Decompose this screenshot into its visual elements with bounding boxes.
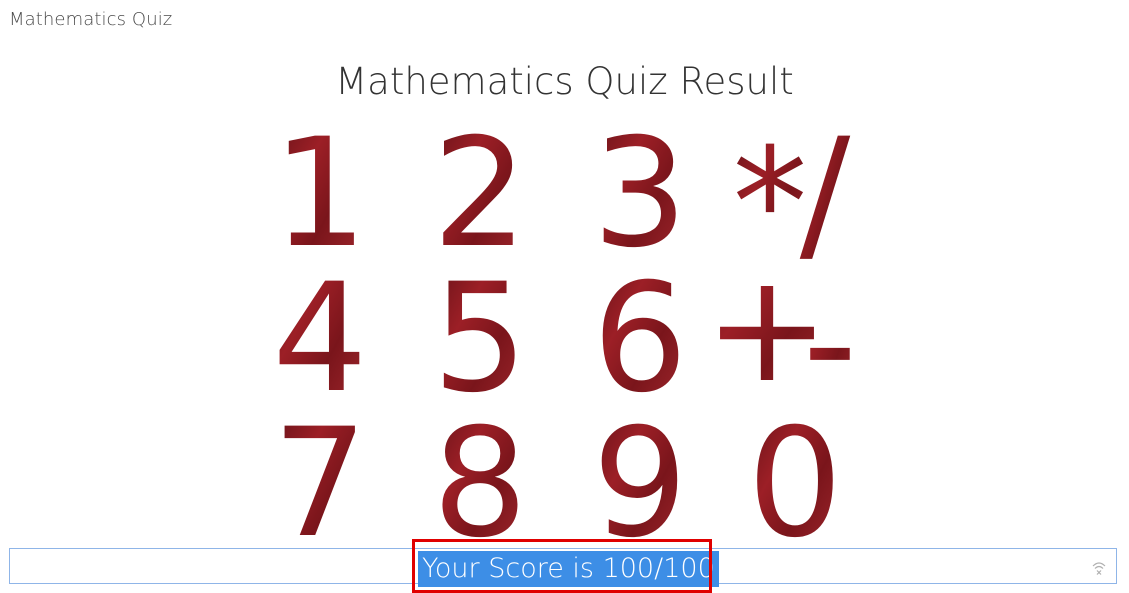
glyph-digit-9: 9 <box>592 397 687 550</box>
page-title: Mathematics Quiz Result <box>335 60 794 103</box>
app-title: Mathematics Quiz <box>9 9 173 30</box>
glyph-digit-0: 0 <box>747 397 842 550</box>
clear-icon[interactable] <box>1090 559 1108 577</box>
score-highlight-frame <box>412 539 712 593</box>
digits-illustration: 1 2 3 */4 5 6 +-7 8 9 0 <box>272 110 857 550</box>
glyph-digit-7: 7 <box>272 397 367 550</box>
glyph-digit-8: 8 <box>432 397 527 550</box>
